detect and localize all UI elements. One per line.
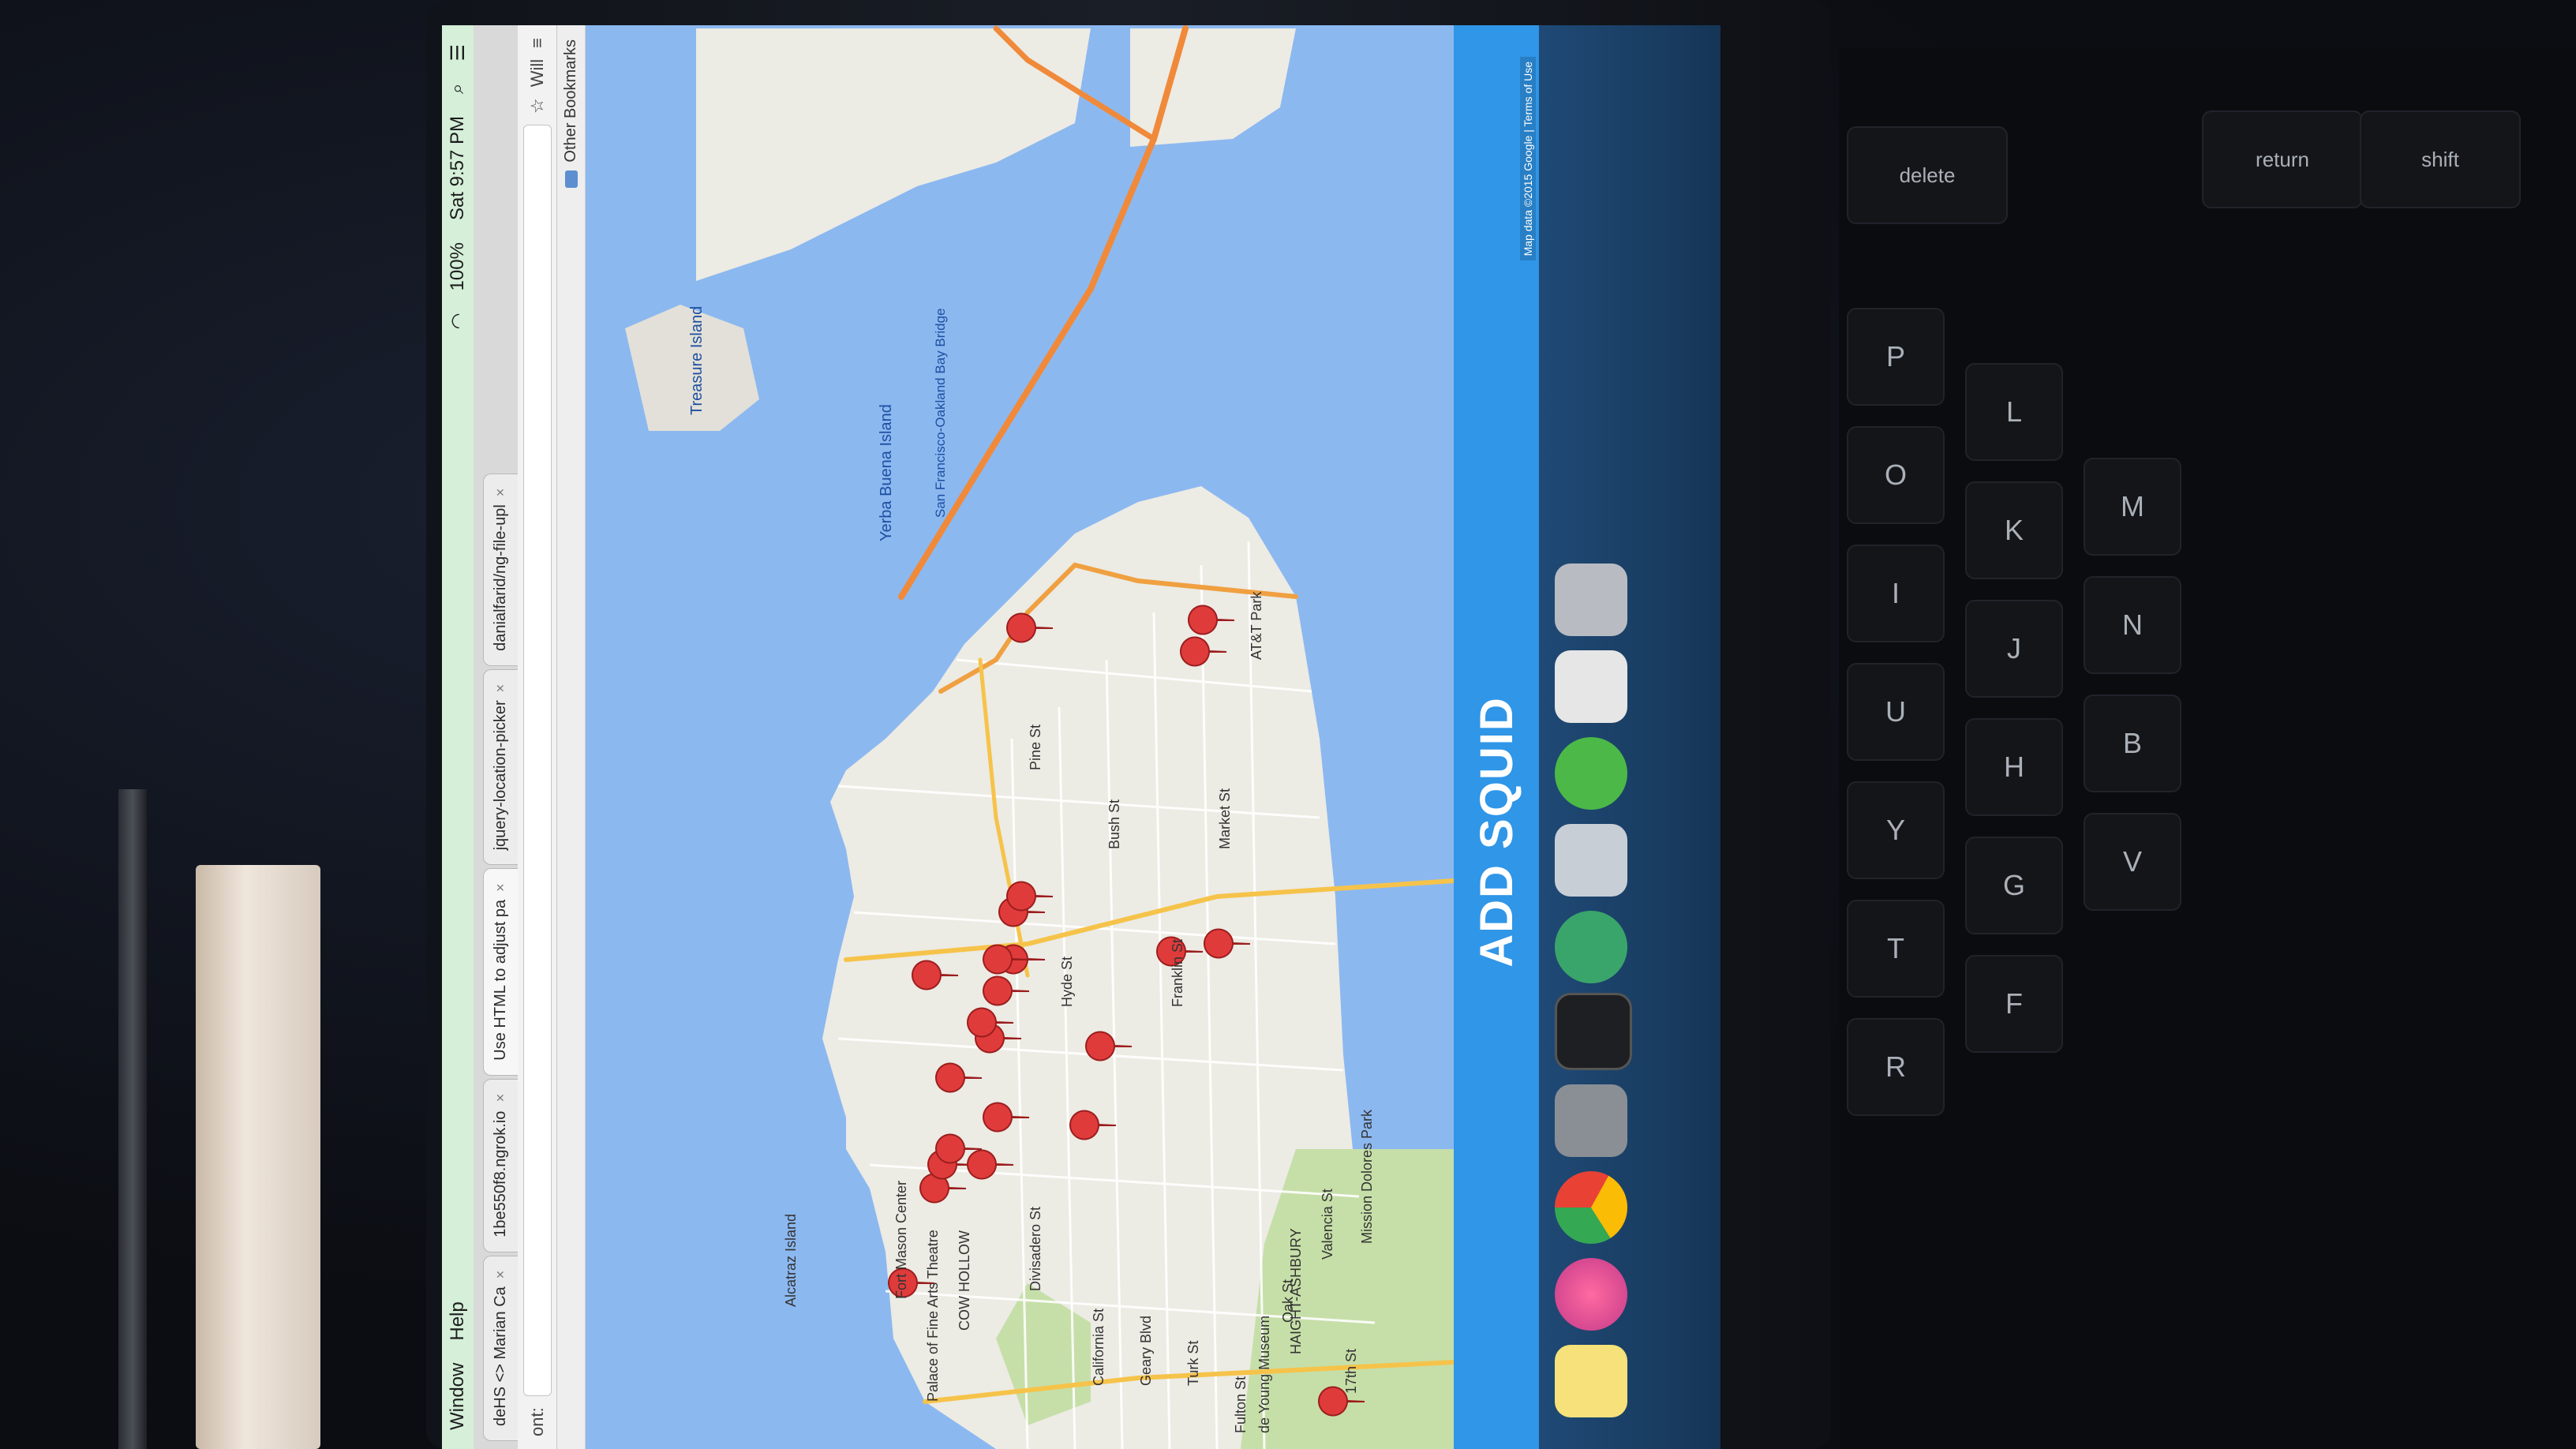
att-park-label: AT&T Park bbox=[1249, 591, 1264, 660]
bookmarks-bar: Other Bookmarks bbox=[557, 25, 586, 1449]
terminal-icon[interactable] bbox=[1555, 993, 1632, 1070]
key: shift bbox=[2360, 110, 2521, 208]
key: T bbox=[1847, 900, 1945, 998]
google-map[interactable]: Treasure Island Yerba Buena Island San F… bbox=[586, 25, 1454, 1449]
street-label: California St bbox=[1091, 1308, 1106, 1386]
clock[interactable]: Sat 9:57 PM bbox=[447, 116, 469, 220]
laptop-keyboard: P O I U Y T R L K J H G F M N B V delete… bbox=[1839, 47, 2576, 1449]
screen-content: Window Help ◠ 100% Sat 9:57 PM ⌕ ☰ deHS … bbox=[442, 25, 1720, 1449]
treasure-island-label: Treasure Island bbox=[688, 305, 706, 415]
key: return bbox=[2202, 110, 2363, 208]
close-icon[interactable]: × bbox=[492, 684, 509, 693]
street-label: Bush St bbox=[1106, 799, 1122, 849]
key: R bbox=[1847, 1018, 1945, 1116]
tab-label: 1be550f8.ngrok.io bbox=[492, 1110, 509, 1237]
tab-3[interactable]: Use HTML to adjust pa × bbox=[483, 868, 518, 1076]
bay-bridge-label: San Francisco-Oakland Bay Bridge bbox=[933, 308, 948, 518]
street-label: Pine St bbox=[1028, 724, 1043, 770]
street-label: Divisadero St bbox=[1028, 1206, 1043, 1291]
tab-1[interactable]: deHS <> Marian Ca × bbox=[483, 1255, 518, 1441]
mac-dock bbox=[1539, 25, 1720, 1449]
key: U bbox=[1847, 663, 1945, 761]
itunes-icon[interactable] bbox=[1555, 1258, 1627, 1331]
battery-status[interactable]: 100% bbox=[447, 242, 469, 290]
fort-mason-label: Fort Mason Center bbox=[893, 1180, 909, 1299]
mac-menubar: Window Help ◠ 100% Sat 9:57 PM ⌕ ☰ bbox=[442, 25, 474, 1449]
tab-label: Use HTML to adjust pa bbox=[492, 899, 509, 1061]
laptop-screen: Window Help ◠ 100% Sat 9:57 PM ⌕ ☰ deHS … bbox=[442, 25, 1720, 1449]
east-bay-land bbox=[696, 28, 1091, 281]
street-label: Hyde St bbox=[1059, 956, 1075, 1007]
add-squid-bar: ADD SQUID Map data ©2015 Google | Terms … bbox=[1454, 25, 1539, 1449]
street-label: 17th St bbox=[1343, 1348, 1359, 1394]
neighborhood-label: COW HOLLOW bbox=[957, 1230, 972, 1331]
key: Y bbox=[1847, 781, 1945, 879]
notes-icon[interactable] bbox=[1555, 1345, 1627, 1417]
close-icon[interactable]: × bbox=[492, 1271, 509, 1279]
street-label: Fulton St bbox=[1233, 1376, 1249, 1433]
atom-icon[interactable] bbox=[1555, 911, 1627, 983]
tab-5[interactable]: danialfarid/ng-file-upl × bbox=[483, 473, 518, 666]
street-label: Franklin St bbox=[1170, 938, 1185, 1007]
extension-label[interactable]: Will bbox=[527, 59, 548, 87]
key: I bbox=[1847, 545, 1945, 642]
address-bar: ont: ☆ Will ≡ bbox=[518, 25, 557, 1449]
dolores-park-label: Mission Dolores Park bbox=[1359, 1109, 1375, 1244]
tab-2[interactable]: 1be550f8.ngrok.io × bbox=[483, 1078, 518, 1252]
tab-label: jquery-location-picker bbox=[492, 700, 509, 851]
tab-4[interactable]: jquery-location-picker × bbox=[483, 668, 518, 866]
wifi-icon[interactable]: ◠ bbox=[447, 313, 470, 329]
key: delete bbox=[1847, 126, 2008, 224]
utorrent-icon[interactable] bbox=[1555, 737, 1627, 810]
museum-label: de Young Museum bbox=[1256, 1315, 1272, 1433]
documents-icon[interactable] bbox=[1555, 650, 1627, 723]
close-icon[interactable]: × bbox=[492, 489, 509, 497]
addr-left-text: ont: bbox=[526, 1407, 547, 1436]
key: J bbox=[1965, 600, 2063, 698]
street-label: Market St bbox=[1217, 788, 1233, 849]
menu-window[interactable]: Window bbox=[447, 1363, 469, 1430]
tab-label: deHS <> Marian Ca bbox=[492, 1286, 509, 1426]
browser-tabbar: deHS <> Marian Ca × 1be550f8.ngrok.io × Us… bbox=[474, 25, 518, 1449]
key: N bbox=[2084, 576, 2181, 674]
tab-label: danialfarid/ng-file-upl bbox=[492, 504, 509, 651]
preview-icon[interactable] bbox=[1555, 824, 1627, 897]
key: K bbox=[1965, 481, 2063, 579]
folder-icon bbox=[564, 170, 578, 188]
key: P bbox=[1847, 308, 1945, 406]
street-label: Valencia St bbox=[1320, 1189, 1335, 1260]
map-attribution[interactable]: Map data ©2015 Google | Terms of Use bbox=[1520, 57, 1536, 261]
add-squid-button[interactable]: ADD SQUID bbox=[1470, 691, 1524, 972]
desk-paper bbox=[196, 865, 320, 1449]
close-icon[interactable]: × bbox=[492, 1094, 509, 1103]
key: V bbox=[2084, 813, 2181, 911]
street-label: Turk St bbox=[1185, 1340, 1201, 1386]
street-label: Geary Blvd bbox=[1138, 1315, 1154, 1386]
url-input[interactable] bbox=[522, 125, 552, 1397]
system-prefs-icon[interactable] bbox=[1555, 1084, 1627, 1157]
other-bookmarks[interactable]: Other Bookmarks bbox=[562, 39, 580, 163]
key: M bbox=[2084, 458, 2181, 556]
chrome-icon[interactable] bbox=[1555, 1171, 1627, 1244]
neighborhood-label: HAIGHT-ASHBURY bbox=[1288, 1228, 1304, 1354]
star-icon[interactable]: ☆ bbox=[527, 98, 548, 114]
list-icon[interactable]: ☰ bbox=[447, 44, 470, 62]
search-icon[interactable]: ⌕ bbox=[447, 84, 469, 94]
key: F bbox=[1965, 955, 2063, 1053]
menu-icon[interactable]: ≡ bbox=[527, 38, 548, 48]
alcatraz-label: Alcatraz Island bbox=[783, 1213, 799, 1307]
key: G bbox=[1965, 837, 2063, 934]
key: O bbox=[1847, 426, 1945, 524]
key: B bbox=[2084, 695, 2181, 792]
trash-icon[interactable] bbox=[1555, 564, 1627, 636]
key: H bbox=[1965, 718, 2063, 816]
menu-help[interactable]: Help bbox=[447, 1301, 469, 1340]
desk-object bbox=[118, 789, 147, 1449]
close-icon[interactable]: × bbox=[492, 883, 509, 892]
palace-label: Palace of Fine Arts Theatre bbox=[925, 1230, 941, 1402]
yerba-buena-label: Yerba Buena Island bbox=[878, 404, 895, 541]
key: L bbox=[1965, 363, 2063, 461]
